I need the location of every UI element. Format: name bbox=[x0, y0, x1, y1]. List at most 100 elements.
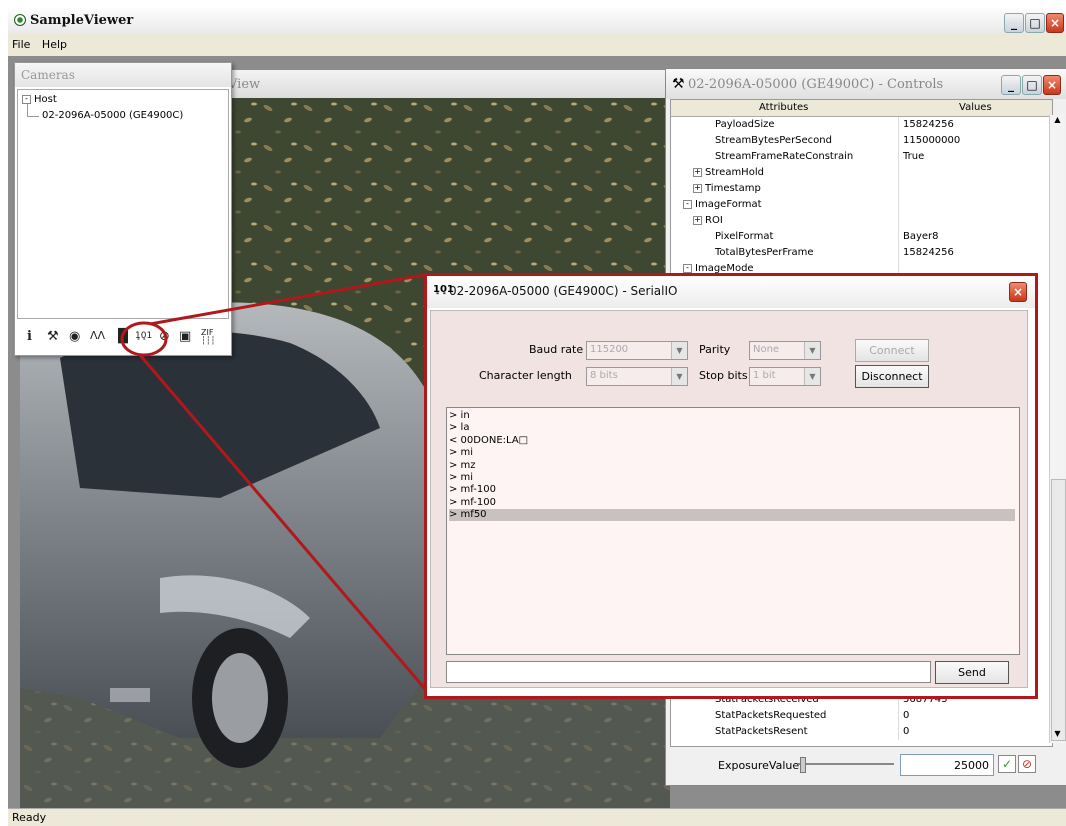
attribute-name: StatPacketsResent bbox=[715, 726, 808, 737]
log-line[interactable]: > mz bbox=[449, 460, 1015, 472]
baud-rate-label: Baud rate bbox=[529, 343, 584, 356]
scroll-down-arrow-icon[interactable]: ▼ bbox=[1051, 729, 1064, 742]
attribute-value: 15824256 bbox=[903, 119, 954, 130]
column-divider bbox=[898, 245, 899, 261]
attribute-value: 115000000 bbox=[903, 135, 961, 146]
attribute-row[interactable]: - ImageFormat bbox=[671, 197, 1052, 213]
no-camera-icon[interactable]: ⊘ bbox=[159, 329, 170, 344]
scroll-up-arrow-icon[interactable]: ▲ bbox=[1051, 115, 1064, 128]
attribute-row[interactable]: StatPacketsResent 0 bbox=[671, 724, 1052, 740]
log-line[interactable]: < 00DONE:LA□ bbox=[449, 435, 1015, 447]
attribute-name: Timestamp bbox=[705, 183, 761, 194]
attribute-row[interactable]: PayloadSize 15824256 bbox=[671, 117, 1052, 133]
collapse-icon[interactable]: - bbox=[683, 200, 692, 209]
controls-maximize-button[interactable]: □ bbox=[1022, 75, 1042, 95]
parity-select[interactable]: None ▼ bbox=[749, 341, 821, 360]
baud-rate-select[interactable]: 115200 ▼ bbox=[586, 341, 688, 360]
info-icon[interactable]: i bbox=[27, 329, 32, 344]
cameras-panel: Cameras - Host 02-2096A-05000 (GE4900C) i… bbox=[14, 62, 232, 356]
scrollbar-thumb[interactable] bbox=[1051, 479, 1066, 741]
attribute-row[interactable]: + StreamHold bbox=[671, 165, 1052, 181]
serial-close-button[interactable]: × bbox=[1009, 282, 1027, 302]
send-input[interactable] bbox=[446, 661, 931, 683]
menu-file[interactable]: File bbox=[8, 34, 34, 51]
controls-minimize-button[interactable]: _ bbox=[1001, 75, 1021, 95]
expand-icon[interactable]: + bbox=[693, 216, 702, 225]
character-length-select[interactable]: 8 bits ▼ bbox=[586, 367, 688, 386]
stop-bits-select[interactable]: 1 bit ▼ bbox=[749, 367, 821, 386]
controls-close-button[interactable]: × bbox=[1043, 75, 1061, 95]
column-divider bbox=[898, 133, 899, 149]
wrench-icon[interactable]: ⚒ bbox=[47, 329, 59, 344]
serial-io-icon[interactable]: 1͇0͇1 bbox=[135, 331, 152, 341]
exposure-label: ExposureValue bbox=[718, 759, 800, 772]
attribute-row[interactable]: StreamFrameRateConstrain True bbox=[671, 149, 1052, 165]
attribute-name: ROI bbox=[705, 215, 723, 226]
attributes-header: Attributes Values bbox=[671, 100, 1052, 117]
chevron-down-icon: ▼ bbox=[671, 342, 687, 359]
zif-icon[interactable]: ZIF ┆┆┆ bbox=[201, 329, 215, 345]
disconnect-button[interactable]: Disconnect bbox=[855, 365, 929, 388]
revert-icon[interactable]: ⊘ bbox=[1018, 755, 1036, 773]
log-line[interactable]: > la bbox=[449, 422, 1015, 434]
attribute-row[interactable]: StatPacketsRequested 0 bbox=[671, 708, 1052, 724]
log-line[interactable]: > mf-100 bbox=[449, 484, 1015, 496]
histogram-icon[interactable]: ΛΛ bbox=[90, 329, 105, 342]
film-icon[interactable]: ▐▌ bbox=[113, 329, 133, 344]
tree-camera-node[interactable]: 02-2096A-05000 (GE4900C) bbox=[42, 110, 183, 121]
menu-bar: File Help bbox=[8, 34, 1066, 57]
expand-icon[interactable]: + bbox=[693, 184, 702, 193]
serial-log[interactable]: > in > la < 00DONE:LA□ > mi > mz > mi > mf-100… bbox=[446, 407, 1020, 655]
serial-title-bar: 1͇0͇1 02-2096A-05000 (GE4900C) - SerialI… bbox=[427, 276, 1035, 308]
column-divider bbox=[898, 149, 899, 165]
wrench-icon: ⚒ bbox=[672, 76, 685, 92]
stop-bits-label: Stop bits bbox=[699, 369, 748, 382]
attribute-row[interactable]: + Timestamp bbox=[671, 181, 1052, 197]
collapse-icon[interactable]: - bbox=[22, 94, 31, 104]
exposure-value-input[interactable]: 25000 bbox=[900, 754, 994, 776]
column-divider bbox=[898, 197, 899, 213]
chevron-down-icon: ▼ bbox=[671, 368, 687, 385]
save-icon[interactable]: ▣ bbox=[179, 329, 191, 344]
attribute-row[interactable]: PixelFormat Bayer8 bbox=[671, 229, 1052, 245]
send-button[interactable]: Send bbox=[935, 661, 1009, 684]
menu-help[interactable]: Help bbox=[38, 34, 71, 51]
cameras-toolbar: i ⚒ ◉ ΛΛ ▐▌ 1͇0͇1 ⊘ ▣ ZIF ┆┆┆ bbox=[17, 325, 229, 351]
column-divider bbox=[898, 724, 899, 740]
eye-app-icon bbox=[14, 14, 26, 26]
attribute-row[interactable]: TotalBytesPerFrame 15824256 bbox=[671, 245, 1052, 261]
exposure-slider-track[interactable] bbox=[798, 763, 894, 765]
character-length-value: 8 bits bbox=[590, 370, 618, 381]
log-line[interactable]: > mi bbox=[449, 447, 1015, 459]
connect-button[interactable]: Connect bbox=[855, 339, 929, 362]
collapse-icon[interactable]: - bbox=[683, 264, 692, 273]
eye-icon[interactable]: ◉ bbox=[69, 329, 80, 344]
attribute-value: 15824256 bbox=[903, 247, 954, 258]
log-line[interactable]: > mf50 bbox=[449, 509, 1015, 522]
host-label: Host bbox=[34, 94, 57, 105]
column-divider bbox=[898, 165, 899, 181]
log-line[interactable]: > mf-100 bbox=[449, 497, 1015, 509]
controls-title: 02-2096A-05000 (GE4900C) - Controls bbox=[688, 77, 944, 92]
apply-check-icon[interactable]: ✓ bbox=[998, 755, 1016, 773]
controls-title-bar: ⚒ 02-2096A-05000 (GE4900C) - Controls _ … bbox=[666, 69, 1066, 99]
column-divider bbox=[898, 213, 899, 229]
parity-label: Parity bbox=[699, 343, 731, 356]
close-button[interactable]: × bbox=[1046, 13, 1064, 33]
baud-rate-value: 115200 bbox=[590, 344, 629, 355]
expand-icon[interactable]: + bbox=[693, 168, 702, 177]
attribute-row[interactable]: StreamBytesPerSecond 115000000 bbox=[671, 133, 1052, 149]
cameras-title-bar: Cameras bbox=[15, 63, 231, 87]
minimize-button[interactable]: _ bbox=[1004, 13, 1024, 33]
exposure-slider-thumb[interactable] bbox=[799, 757, 806, 773]
attribute-row[interactable]: + ROI bbox=[671, 213, 1052, 229]
column-divider bbox=[898, 117, 899, 133]
app-title-bar: SampleViewer _ □ × bbox=[8, 8, 1066, 35]
attributes-scrollbar[interactable]: ▲ ▼ bbox=[1049, 115, 1066, 743]
log-line[interactable]: > mi bbox=[449, 472, 1015, 484]
column-divider bbox=[898, 181, 899, 197]
maximize-button[interactable]: □ bbox=[1025, 13, 1045, 33]
attribute-name: StreamHold bbox=[705, 167, 764, 178]
log-line[interactable]: > in bbox=[449, 410, 1015, 422]
attribute-name: PayloadSize bbox=[715, 119, 775, 130]
